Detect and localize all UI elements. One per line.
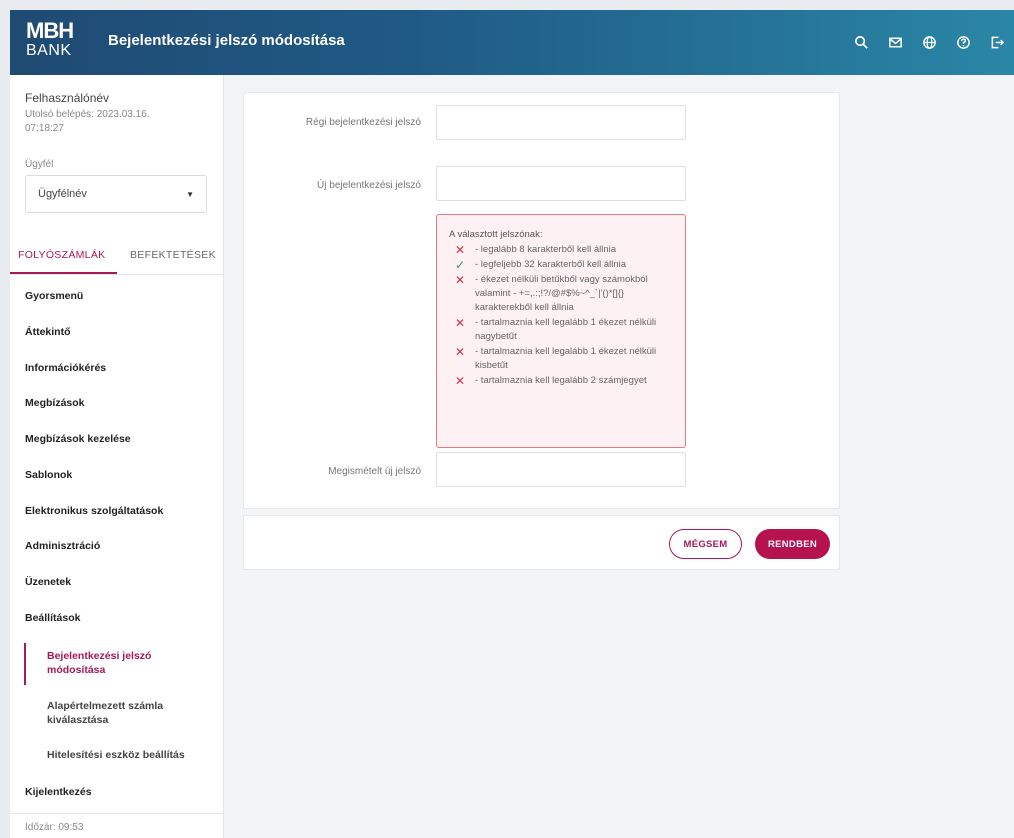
search-icon[interactable] <box>844 26 878 60</box>
cross-icon: ✕ <box>454 316 466 330</box>
nav-item-megbizasok[interactable]: Megbízások <box>25 397 85 409</box>
rule-item: ✕ - tartalmaznia kell legalább 1 ékezet … <box>449 316 673 344</box>
rule-item: ✓ - legfeljebb 32 karakterből kell állni… <box>449 258 673 272</box>
rule-item: ✕ - legalább 8 karakterből kell állnia <box>449 243 673 257</box>
active-subnav-indicator <box>24 643 26 685</box>
password-rules-box: A választott jelszónak: ✕ - legalább 8 k… <box>436 214 686 448</box>
rule-item: ✕ - ékezet nélküli betűkből vagy számokb… <box>449 273 673 315</box>
logo-text-bottom: BANK <box>26 42 72 59</box>
rule-text: - legalább 8 karakterből kell állnia <box>475 244 616 255</box>
sidebar: Felhasználónév Utolsó belépés: 2023.03.1… <box>10 75 224 838</box>
header-icons <box>844 10 1014 75</box>
subnav-item-hitelesitesi-eszkoz[interactable]: Hitelesítési eszköz beállítás <box>47 748 197 762</box>
active-tab-indicator <box>10 272 117 274</box>
nav-item-megbizasok-kezelese[interactable]: Megbízások kezelése <box>25 433 131 445</box>
nav-item-gyorsmenu[interactable]: Gyorsmenü <box>25 290 83 302</box>
new-password-label: Új bejelentkezési jelszó <box>317 180 421 191</box>
rule-text: - tartalmaznia kell legalább 1 ékezet né… <box>475 346 657 371</box>
logo-text-top: MBH <box>26 18 74 43</box>
old-password-label: Régi bejelentkezési jelszó <box>305 117 421 128</box>
new-password-field[interactable] <box>436 166 686 201</box>
repeat-password-label: Megismételt új jelszó <box>328 466 421 477</box>
subnav-item-alapertelmezett-szamla[interactable]: Alapértelmezett számla kiválasztása <box>47 699 197 727</box>
nav-item-elektronikus-szolgaltatasok[interactable]: Elektronikus szolgáltatások <box>25 505 163 517</box>
password-form-card: Régi bejelentkezési jelszó Új bejelentke… <box>243 92 840 509</box>
last-login: Utolsó belépés: 2023.03.16. 07:18:27 <box>25 109 150 134</box>
bank-logo[interactable]: MBH BANK <box>26 20 78 64</box>
mail-icon[interactable] <box>878 26 912 60</box>
form-actions: MÉGSEM RENDBEN <box>243 515 840 570</box>
divider <box>10 813 224 814</box>
rule-item: ✕ - tartalmaznia kell legalább 2 számjeg… <box>449 374 673 388</box>
repeat-password-field[interactable] <box>436 452 686 487</box>
old-password-field[interactable] <box>436 105 686 140</box>
rule-text: - tartalmaznia kell legalább 2 számjegye… <box>475 375 647 386</box>
cross-icon: ✕ <box>454 273 466 287</box>
nav-item-uzenetek[interactable]: Üzenetek <box>25 576 71 588</box>
app-window: MBH BANK Bejelentkezési jelszó módosítás… <box>10 10 1014 838</box>
rule-text: - legfeljebb 32 karakterből kell állnia <box>475 259 627 270</box>
rule-text: - ékezet nélküli betűkből vagy számokból… <box>475 274 648 313</box>
nav-item-sablonok[interactable]: Sablonok <box>25 469 72 481</box>
subnav-item-jelszo-modositasa[interactable]: Bejelentkezési jelszó módosítása <box>47 649 197 677</box>
rules-title: A választott jelszónak: <box>449 229 543 240</box>
ok-button[interactable]: RENDBEN <box>755 529 830 559</box>
help-icon[interactable] <box>946 26 980 60</box>
top-header: MBH BANK Bejelentkezési jelszó módosítás… <box>10 10 1014 75</box>
nav-item-informaciokeres[interactable]: Információkérés <box>25 362 106 374</box>
cross-icon: ✕ <box>454 243 466 257</box>
account-tabs: FOLYÓSZÁMLÁK BEFEKTETÉSEK <box>10 238 224 275</box>
nav-item-adminisztracio[interactable]: Adminisztráció <box>25 540 100 552</box>
client-select-value: Ügyfélnév <box>38 188 87 200</box>
nav-item-kijelentkezes[interactable]: Kijelentkezés <box>25 786 92 798</box>
cross-icon: ✕ <box>454 374 466 388</box>
cancel-button[interactable]: MÉGSEM <box>669 529 742 559</box>
caret-down-icon: ▼ <box>186 189 194 199</box>
nav-item-attekinto[interactable]: Áttekintő <box>25 326 71 338</box>
tab-folyoszamlak[interactable]: FOLYÓSZÁMLÁK <box>18 249 105 261</box>
logout-icon[interactable] <box>980 26 1014 60</box>
check-icon: ✓ <box>454 258 466 272</box>
globe-icon[interactable] <box>912 26 946 60</box>
page-title: Bejelentkezési jelszó módosítása <box>108 32 345 49</box>
client-select[interactable]: Ügyfélnév ▼ <box>25 175 207 213</box>
client-label: Ügyfél <box>25 159 54 170</box>
tab-befektetesek[interactable]: BEFEKTETÉSEK <box>130 249 216 261</box>
user-name: Felhasználónév <box>25 91 110 105</box>
rule-text: - tartalmaznia kell legalább 1 ékezet né… <box>475 317 657 342</box>
rule-item: ✕ - tartalmaznia kell legalább 1 ékezet … <box>449 345 673 373</box>
nav-item-beallitasok[interactable]: Beállítások <box>25 612 80 624</box>
session-timer: Időzár: 09:53 <box>25 822 84 833</box>
cross-icon: ✕ <box>454 345 466 359</box>
